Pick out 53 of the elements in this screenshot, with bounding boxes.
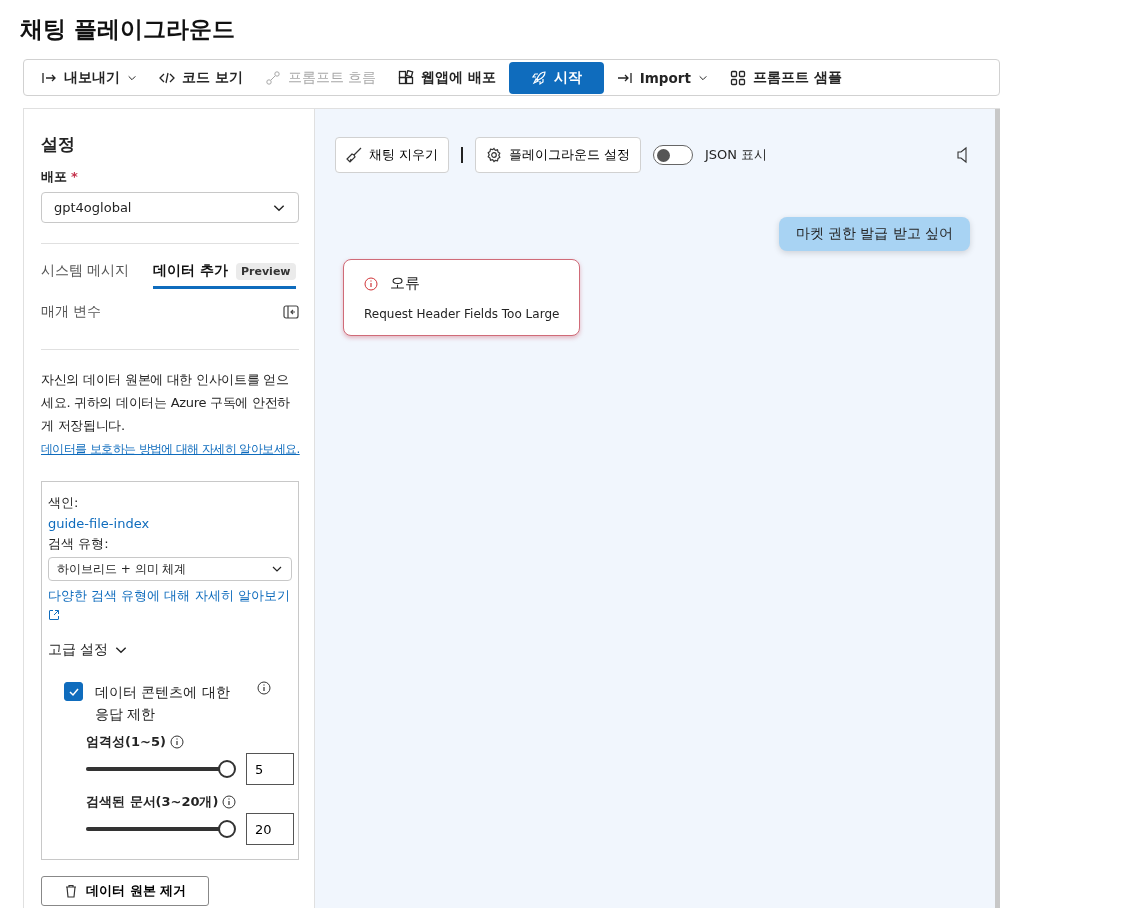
settings-icon bbox=[486, 147, 502, 163]
description-text: 자신의 데이터 원본에 대한 인사이트를 얻으세요. 귀하의 데이터는 Azure 구독에 안전하게 저장됩니다. 데이터를 보호하는 방법에 대해 자세히 알아보세요. bbox=[41, 371, 299, 458]
error-icon bbox=[364, 276, 378, 291]
grid-icon bbox=[729, 69, 746, 86]
number-input[interactable]: 5 bbox=[246, 753, 294, 785]
panel-icon[interactable] bbox=[283, 305, 299, 319]
number-input[interactable]: 20 bbox=[246, 813, 294, 845]
error-title: 오류 bbox=[390, 274, 420, 293]
trash-icon bbox=[64, 884, 78, 898]
checkbox[interactable] bbox=[64, 682, 83, 701]
parameters-label: 매개 변수 bbox=[41, 303, 102, 321]
page-title: 채팅 플레이그라운드 bbox=[19, 15, 236, 44]
slider-label: 검색된 문서(3~20개) bbox=[86, 793, 219, 811]
error-message: Request Header Fields Too Large bbox=[364, 307, 560, 321]
toolbar-button[interactable]: 프롬프트 샘플 bbox=[720, 62, 851, 93]
toolbar-button[interactable]: 시작 bbox=[508, 61, 604, 94]
search-type-dropdown[interactable]: 하이브리드 + 의미 체계 bbox=[48, 557, 292, 581]
toolbar-button[interactable]: 코드 보기 bbox=[150, 62, 252, 93]
speaker-icon[interactable] bbox=[956, 146, 970, 164]
advanced-settings-toggle[interactable]: 고급 설정 bbox=[48, 641, 129, 659]
broom-icon bbox=[346, 147, 362, 163]
field-label: 색인: bbox=[48, 494, 80, 512]
json-toggle[interactable] bbox=[652, 145, 693, 165]
playground-settings-button[interactable]: 플레이그라운드 설정 bbox=[475, 137, 641, 173]
info-icon bbox=[222, 795, 237, 809]
field-label: 검색 유형: bbox=[48, 535, 110, 553]
deployment-dropdown[interactable]: gpt4oglobal bbox=[41, 192, 299, 223]
rocket-icon bbox=[530, 69, 547, 86]
tab[interactable]: 데이터 추가 Preview bbox=[153, 262, 296, 289]
info-icon bbox=[257, 681, 271, 695]
grid-icon bbox=[398, 69, 414, 86]
field-label: 배포 bbox=[41, 169, 67, 184]
flow-icon bbox=[264, 69, 281, 86]
toggle-label: JSON 표시 bbox=[704, 146, 768, 164]
search-types-link[interactable]: 다양한 검색 유형에 대해 자세히 알아보기 bbox=[48, 585, 292, 627]
slider[interactable] bbox=[86, 820, 236, 838]
toolbar-button[interactable]: Import bbox=[607, 63, 717, 92]
toolbar-button[interactable]: 웹앱에 배포 bbox=[389, 62, 505, 93]
index-name: guide-file-index bbox=[48, 516, 151, 531]
checkbox-label: 데이터 콘텐츠에 대한 응답 제한 bbox=[95, 683, 231, 724]
slider-label: 엄격성(1~5) bbox=[86, 733, 166, 751]
clear-chat-button[interactable]: 채팅 지우기 bbox=[335, 137, 449, 173]
required-mark: * bbox=[71, 169, 78, 184]
slider[interactable] bbox=[86, 760, 236, 778]
external-link-icon bbox=[48, 609, 60, 621]
user-message: 마켓 권한 발급 받고 싶어 bbox=[778, 217, 970, 251]
section-title: 설정 bbox=[41, 133, 76, 156]
info-icon bbox=[169, 735, 184, 749]
preview-badge: Preview bbox=[236, 262, 296, 280]
tab[interactable]: 시스템 메시지 bbox=[41, 262, 130, 289]
toolbar-button[interactable]: 내보내기 bbox=[32, 62, 146, 93]
privacy-link[interactable]: 데이터를 보호하는 방법에 대해 자세히 알아보세요. bbox=[41, 442, 300, 456]
remove-data-source-button[interactable]: 데이터 원본 제거 bbox=[41, 876, 210, 906]
